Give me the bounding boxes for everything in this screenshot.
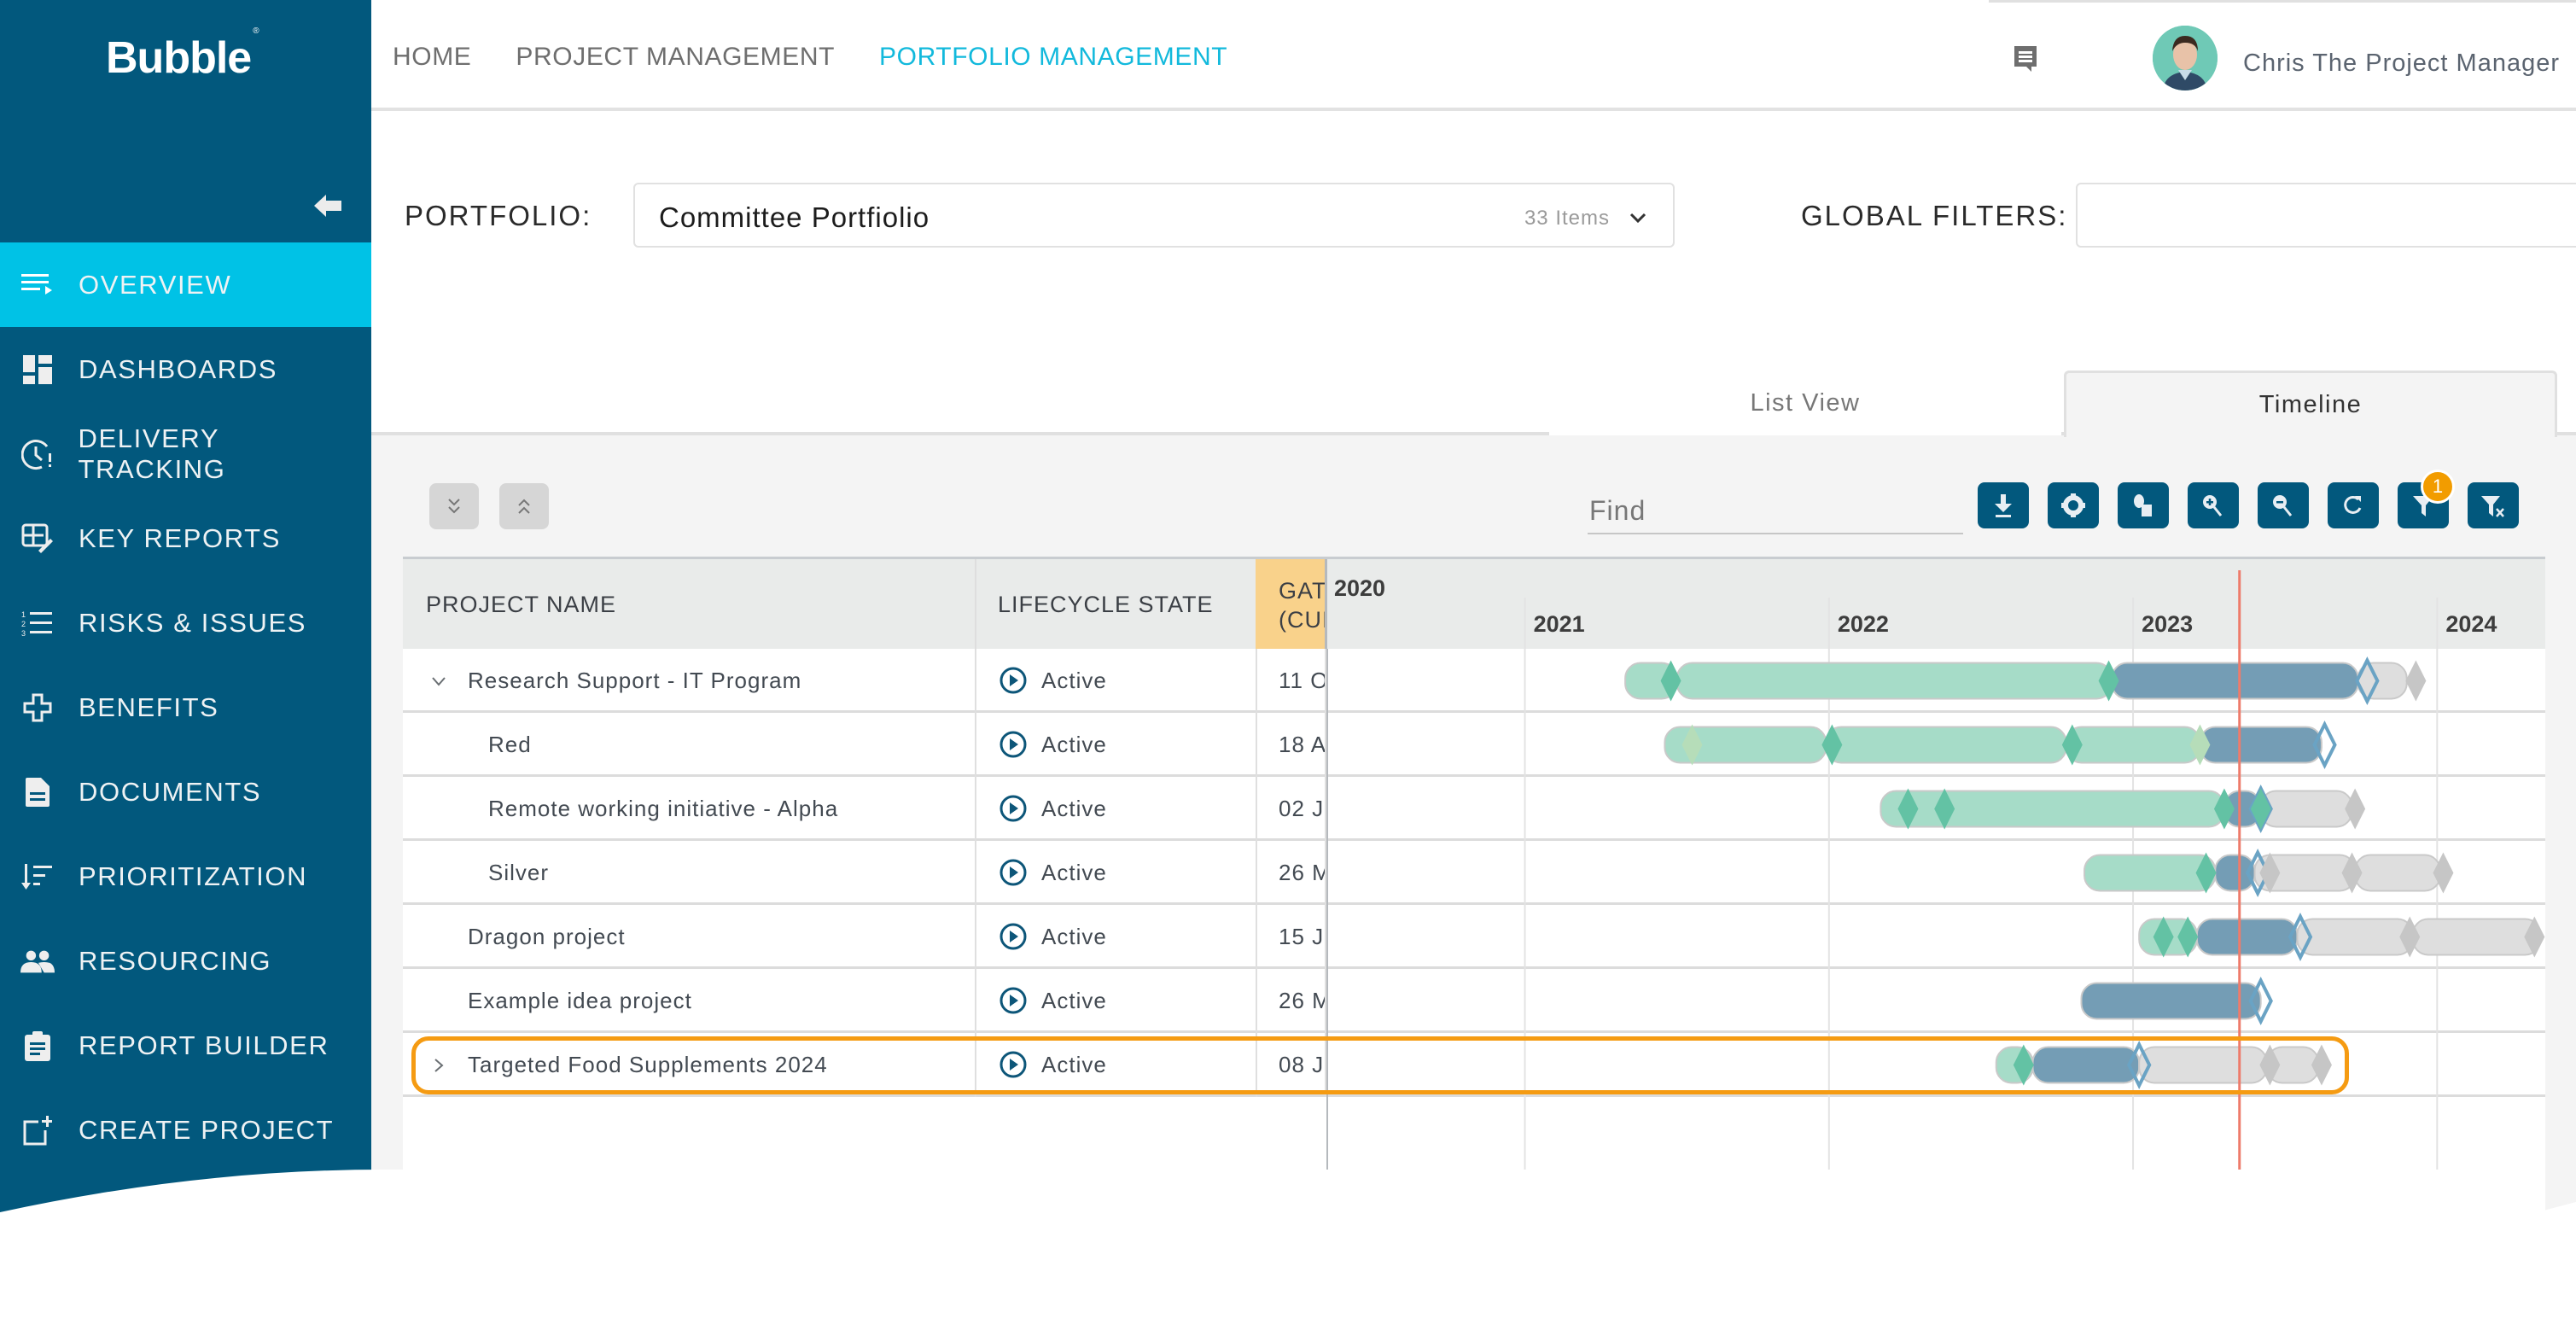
gantt-bar-future bbox=[2296, 918, 2414, 956]
gantt-milestone-future bbox=[2433, 852, 2454, 894]
gantt-milestone-future bbox=[2345, 788, 2366, 830]
year-tick-label: 2022 bbox=[1838, 611, 1889, 637]
gantt-milestone-future bbox=[2311, 1044, 2332, 1086]
gantt-bar-in-progress bbox=[2031, 1046, 2141, 1084]
year-tick-label: 2024 bbox=[2445, 611, 2497, 637]
decorative-curve bbox=[0, 1170, 2576, 1342]
gantt-bar-complete bbox=[2084, 854, 2217, 892]
gantt-bar-in-progress bbox=[2195, 918, 2299, 956]
gantt-bar-complete bbox=[2065, 726, 2201, 764]
gantt-bar-future bbox=[2138, 1046, 2268, 1084]
timeline-top-year-label: 2020 bbox=[1334, 575, 1385, 601]
gantt-bar-in-progress bbox=[2199, 726, 2322, 764]
gantt-bar-in-progress bbox=[2080, 982, 2262, 1020]
year-tick-label: 2021 bbox=[1534, 611, 1585, 637]
gantt-bar-future bbox=[2259, 790, 2353, 828]
gantt-bar-future bbox=[2411, 918, 2542, 956]
app-root: Bubble® OVERVIEW DASHBOARDS DELIVERY TRA… bbox=[0, 0, 2576, 1342]
gantt-bar-complete bbox=[1880, 790, 2225, 828]
gantt-bar-future bbox=[2357, 662, 2408, 700]
gantt-milestone-future bbox=[2405, 660, 2427, 702]
gantt-bar-future bbox=[2354, 854, 2441, 892]
gantt-bar-in-progress bbox=[2111, 662, 2359, 700]
year-tick-label: 2023 bbox=[2142, 611, 2193, 637]
gantt-bar-complete bbox=[1676, 662, 2113, 700]
gantt-bar-complete bbox=[1825, 726, 2067, 764]
gantt-chart: 2021 2022 2023 2024 2020 bbox=[1326, 570, 2545, 1315]
